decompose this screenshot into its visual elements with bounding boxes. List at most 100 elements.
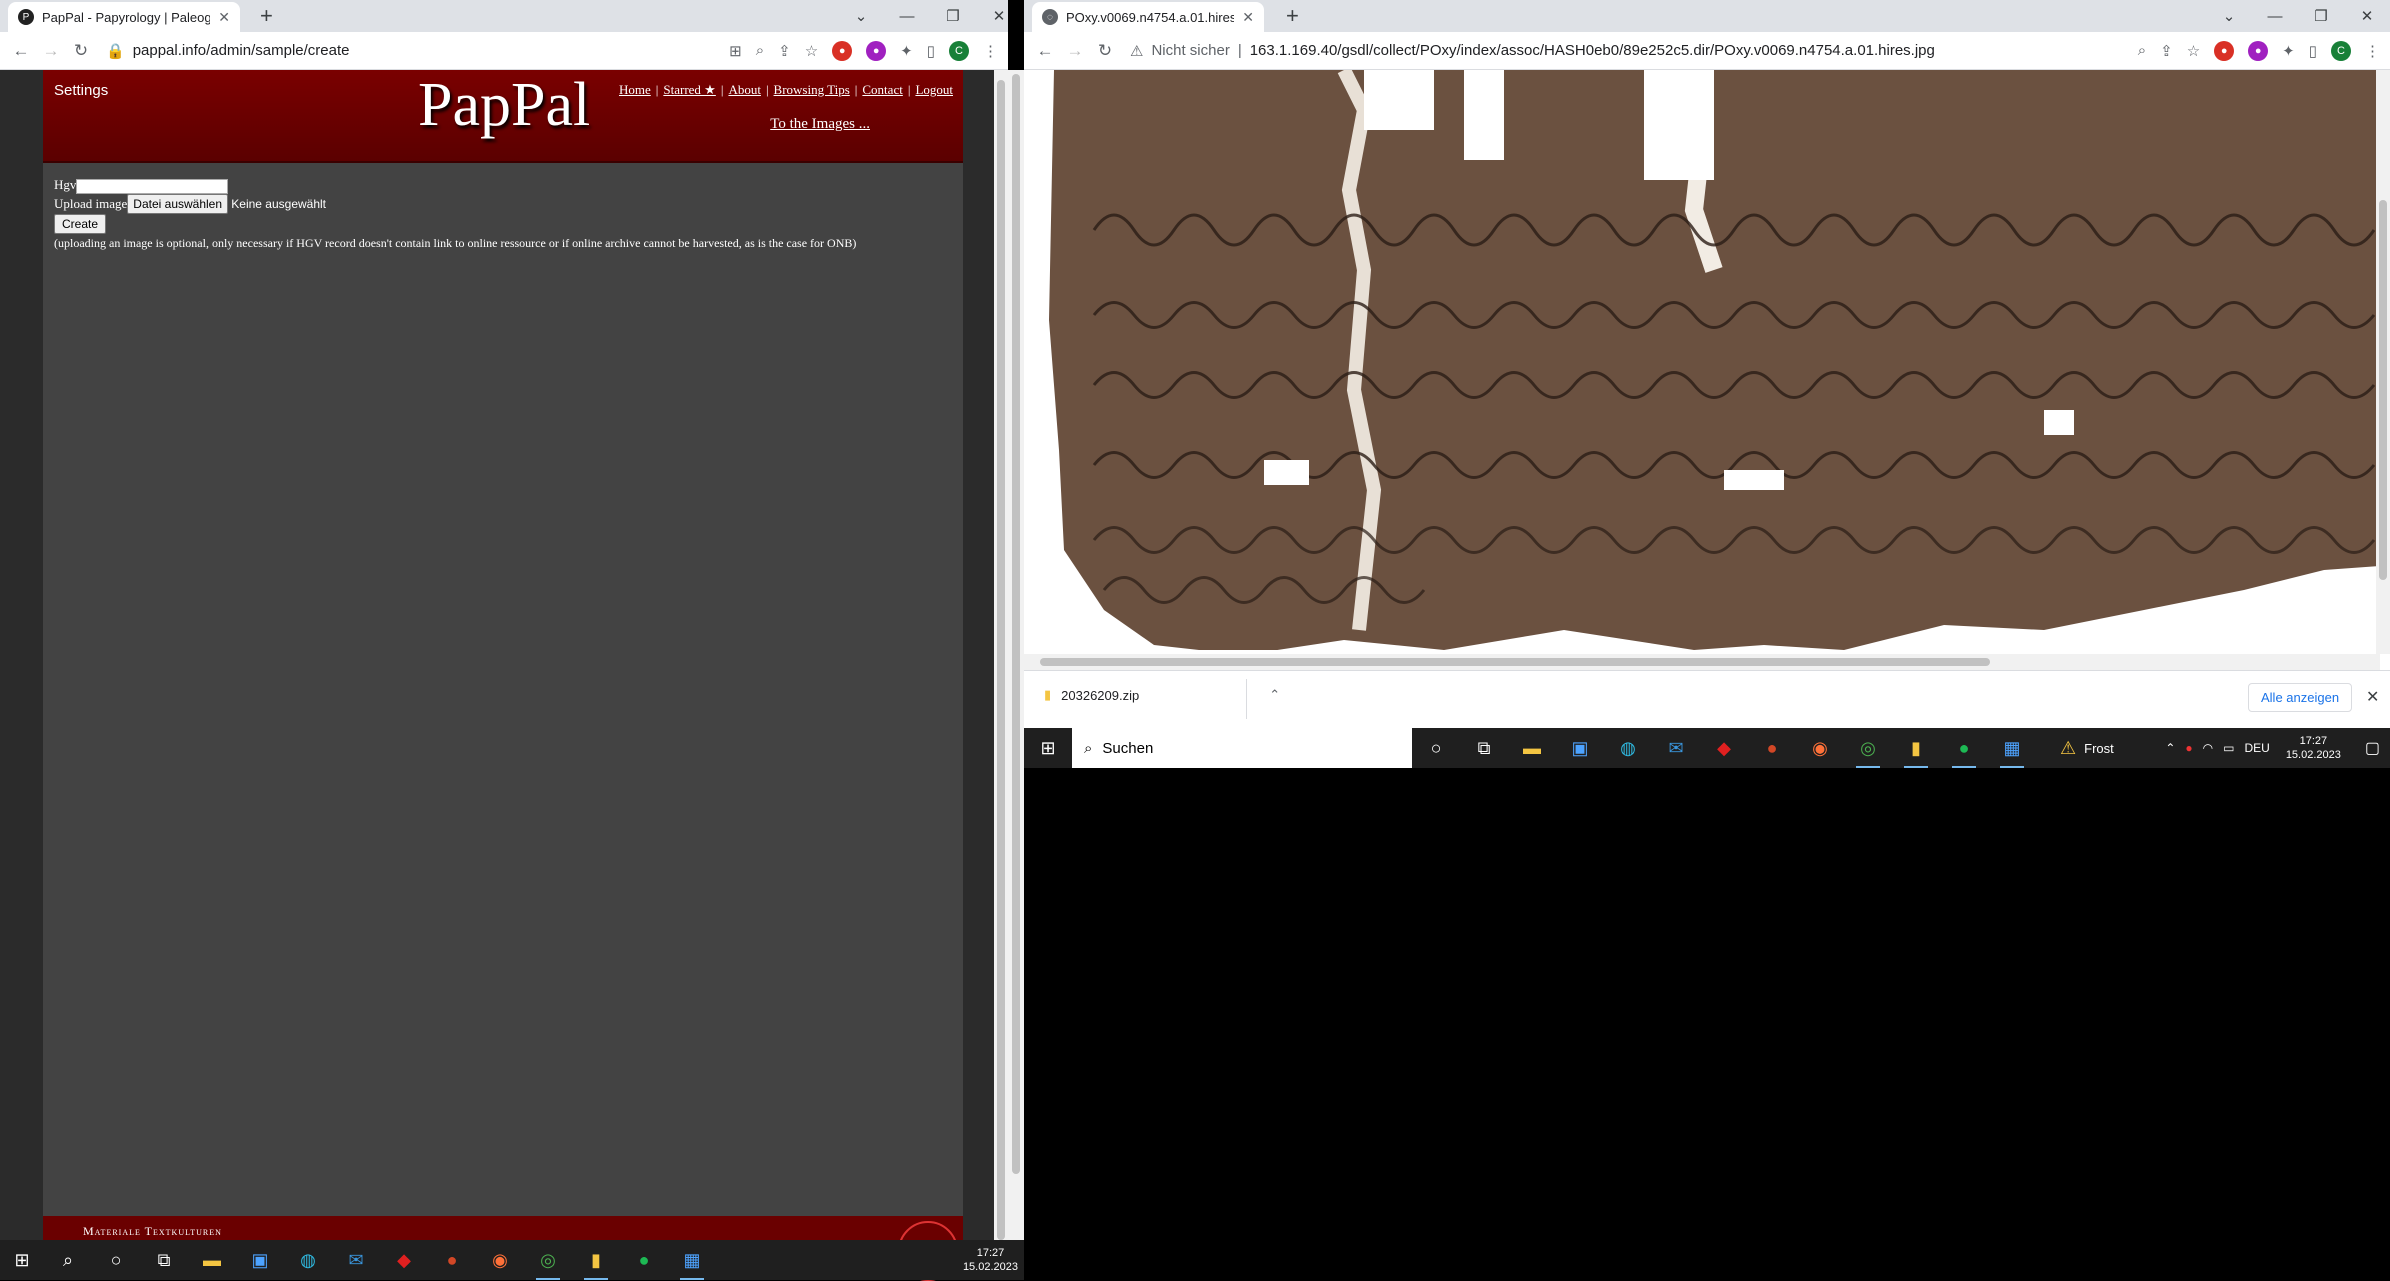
extension-red-icon[interactable]: ● [832, 40, 853, 61]
nav-home[interactable]: Home [619, 82, 651, 97]
edge-icon[interactable]: ◍ [284, 1240, 332, 1280]
tab-search-icon[interactable]: ⌄ [838, 7, 884, 25]
tab-search-icon[interactable]: ⌄ [2206, 7, 2252, 25]
nav-starred[interactable]: Starred ★ [663, 82, 715, 97]
zoom-icon[interactable]: ⌕ [756, 42, 764, 59]
choose-file-button[interactable]: Datei auswählen [127, 194, 229, 214]
bookmark-star-icon[interactable]: ☆ [2187, 42, 2200, 60]
share-icon[interactable]: ⇪ [778, 42, 791, 60]
bookmark-star-icon[interactable]: ☆ [805, 42, 818, 60]
cortana-icon[interactable]: ○ [92, 1240, 140, 1280]
extension-purple-icon[interactable]: ● [2248, 40, 2269, 61]
close-tab-icon[interactable]: ✕ [1242, 9, 1254, 26]
address-bar[interactable]: 🔒 pappal.info/admin/sample/create [106, 36, 349, 66]
back-icon[interactable]: ← [1030, 41, 1060, 61]
photos-icon[interactable]: ▦ [1988, 728, 2036, 768]
download-item[interactable]: ▮ 20326209.zip ⌃ [1044, 687, 1280, 703]
notes-icon[interactable]: ▮ [1892, 728, 1940, 768]
cortana-icon[interactable]: ○ [1412, 728, 1460, 768]
file-explorer-icon[interactable]: ▬ [1508, 728, 1556, 768]
left-page-scrollbar-track[interactable] [1008, 70, 1024, 1240]
side-panel-icon[interactable]: ▯ [927, 42, 935, 60]
edge-icon[interactable]: ◍ [1604, 728, 1652, 768]
firefox-icon[interactable]: ◉ [476, 1240, 524, 1280]
extension-red-icon[interactable]: ● [2214, 40, 2235, 61]
minimize-icon[interactable]: — [884, 8, 930, 25]
chrome-icon[interactable]: ◎ [1844, 728, 1892, 768]
zoom-icon[interactable]: ⌕ [2138, 42, 2146, 59]
notes-icon[interactable]: ▮ [572, 1240, 620, 1280]
left-clock[interactable]: 17:27 15.02.2023 [963, 1246, 1024, 1274]
battery-icon[interactable]: ▭ [2223, 741, 2234, 755]
forward-icon[interactable]: → [36, 41, 66, 61]
to-the-images-link[interactable]: To the Images ... [770, 116, 870, 133]
profile-avatar[interactable]: C [2331, 40, 2351, 61]
nav-browsing-tips[interactable]: Browsing Tips [774, 82, 850, 97]
side-panel-icon[interactable]: ▯ [2309, 42, 2317, 60]
chevron-up-icon[interactable]: ⌃ [1269, 687, 1280, 703]
language-indicator[interactable]: DEU [2244, 741, 2269, 755]
powerpoint-icon[interactable]: ● [1748, 728, 1796, 768]
restore-icon[interactable]: ❐ [930, 7, 976, 25]
translate-icon[interactable]: ⊞ [729, 42, 742, 60]
network-alert-icon[interactable]: ● [2185, 741, 2192, 755]
search-icon[interactable]: ⌕ [44, 1240, 92, 1280]
extensions-puzzle-icon[interactable]: ✦ [2282, 42, 2295, 60]
right-active-tab[interactable]: ◌ POxy.v0069.n4754.a.01.hires.jpg ✕ [1032, 2, 1264, 32]
menu-icon[interactable]: ⋮ [983, 42, 998, 60]
photos-icon[interactable]: ▦ [668, 1240, 716, 1280]
store-icon[interactable]: ▣ [236, 1240, 284, 1280]
left-active-tab[interactable]: P PapPal - Papyrology | Paleograph ✕ [8, 2, 240, 32]
start-icon[interactable]: ⊞ [0, 1240, 44, 1280]
taskbar-search[interactable]: ⌕ Suchen [1072, 728, 1412, 768]
file-explorer-icon[interactable]: ▬ [188, 1240, 236, 1280]
chevron-up-icon[interactable]: ⌃ [2165, 741, 2175, 755]
share-icon[interactable]: ⇪ [2160, 42, 2173, 60]
profile-avatar[interactable]: C [949, 40, 969, 61]
show-all-button[interactable]: Alle anzeigen [2248, 683, 2353, 712]
firefox-icon[interactable]: ◉ [1796, 728, 1844, 768]
close-download-bar-icon[interactable]: ✕ [2366, 687, 2379, 707]
new-tab-button[interactable]: + [260, 4, 273, 28]
settings-link[interactable]: Settings [54, 82, 108, 99]
left-vertical-scrollbar[interactable] [994, 70, 1008, 1250]
spotify-icon[interactable]: ● [1940, 728, 1988, 768]
mail-icon[interactable]: ✉ [332, 1240, 380, 1280]
horizontal-scrollbar[interactable] [1024, 654, 2380, 670]
nav-about[interactable]: About [728, 82, 761, 97]
close-window-icon[interactable]: ✕ [2344, 7, 2390, 25]
wifi-icon[interactable]: ◠ [2203, 741, 2213, 755]
spotify-icon[interactable]: ● [620, 1240, 668, 1280]
start-icon[interactable]: ⊞ [1024, 728, 1072, 768]
right-vertical-scrollbar[interactable] [2376, 70, 2390, 654]
acrobat-icon[interactable]: ◆ [1700, 728, 1748, 768]
right-clock[interactable]: 17:27 15.02.2023 [2286, 734, 2341, 762]
notifications-icon[interactable]: ▢ [2365, 738, 2380, 758]
forward-icon[interactable]: → [1060, 41, 1090, 61]
close-tab-icon[interactable]: ✕ [218, 9, 230, 26]
restore-icon[interactable]: ❐ [2298, 7, 2344, 25]
close-window-icon[interactable]: ✕ [976, 7, 1022, 25]
powerpoint-icon[interactable]: ● [428, 1240, 476, 1280]
nav-contact[interactable]: Contact [862, 82, 902, 97]
address-bar[interactable]: ⚠ Nicht sicher | 163.1.169.40/gsdl/colle… [1130, 36, 1935, 66]
papyrus-image[interactable] [1044, 70, 2390, 650]
reload-icon[interactable]: ↻ [1090, 41, 1120, 61]
weather-widget[interactable]: ⚠ Frost [2060, 738, 2114, 759]
new-tab-button[interactable]: + [1286, 4, 1299, 28]
minimize-icon[interactable]: — [2252, 8, 2298, 25]
mail-icon[interactable]: ✉ [1652, 728, 1700, 768]
back-icon[interactable]: ← [6, 41, 36, 61]
reload-icon[interactable]: ↻ [66, 41, 96, 61]
acrobat-icon[interactable]: ◆ [380, 1240, 428, 1280]
extensions-puzzle-icon[interactable]: ✦ [900, 42, 913, 60]
task-view-icon[interactable]: ⧉ [1460, 728, 1508, 768]
hgv-input[interactable] [76, 178, 229, 194]
chrome-icon[interactable]: ◎ [524, 1240, 572, 1280]
store-icon[interactable]: ▣ [1556, 728, 1604, 768]
task-view-icon[interactable]: ⧉ [140, 1240, 188, 1280]
create-button[interactable]: Create [54, 214, 107, 234]
nav-logout[interactable]: Logout [915, 82, 953, 97]
menu-icon[interactable]: ⋮ [2365, 42, 2380, 60]
extension-purple-icon[interactable]: ● [866, 40, 887, 61]
